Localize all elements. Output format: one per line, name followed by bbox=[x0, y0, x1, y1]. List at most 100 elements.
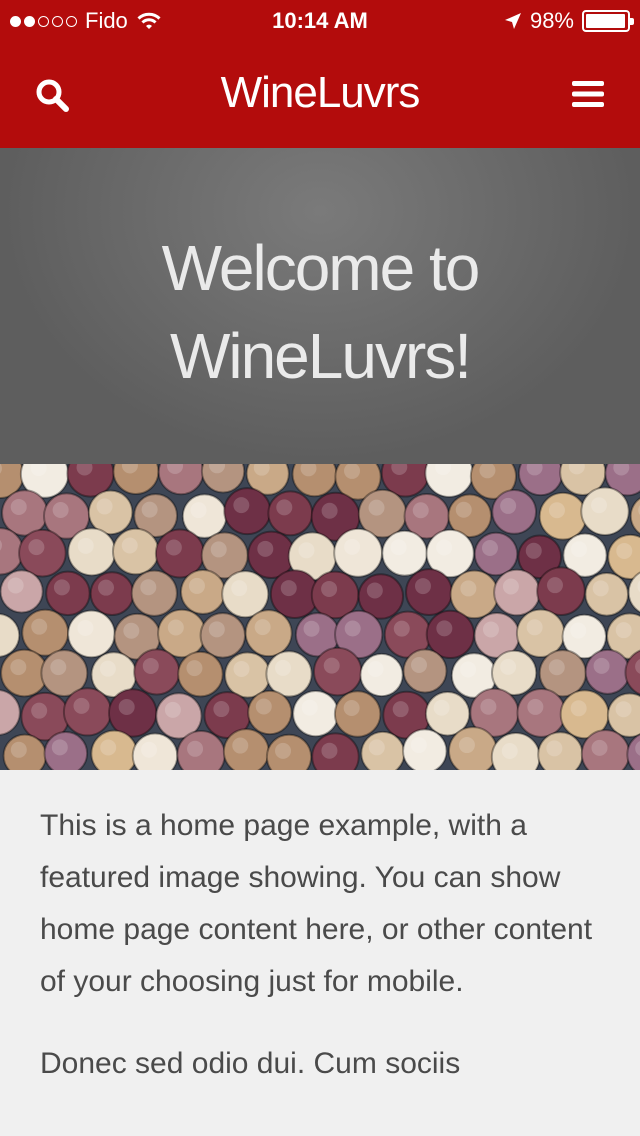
cork-highlight bbox=[188, 577, 205, 594]
cork-highlight bbox=[301, 699, 318, 716]
cork-highlight bbox=[436, 620, 453, 637]
cork bbox=[629, 497, 640, 535]
cork-highlight bbox=[123, 622, 140, 639]
cork-highlight bbox=[190, 502, 207, 519]
cork bbox=[199, 612, 247, 659]
cork-highlight bbox=[323, 657, 340, 674]
cork-highlight bbox=[480, 698, 497, 715]
cork bbox=[405, 568, 453, 617]
featured-image bbox=[0, 464, 640, 770]
cork-highlight bbox=[548, 659, 565, 676]
cork-highlight bbox=[28, 539, 45, 556]
cork-highlight bbox=[10, 498, 27, 515]
cork bbox=[67, 609, 116, 659]
cork bbox=[292, 689, 340, 738]
cork-highlight bbox=[412, 502, 429, 519]
cork-highlight bbox=[481, 539, 498, 556]
cork-highlight bbox=[368, 739, 385, 756]
cork bbox=[536, 566, 586, 616]
site-title[interactable]: WineLuvrs bbox=[0, 68, 640, 118]
cork-highlight bbox=[460, 580, 477, 597]
cork bbox=[62, 687, 113, 737]
cork-highlight bbox=[482, 621, 499, 638]
cork bbox=[179, 568, 226, 615]
cork-highlight bbox=[121, 537, 138, 554]
cork-highlight bbox=[343, 699, 360, 716]
cork-highlight bbox=[615, 701, 632, 718]
cork-highlight bbox=[591, 739, 608, 756]
cork-highlight bbox=[458, 737, 475, 754]
cork-highlight bbox=[433, 699, 450, 716]
cork-highlight bbox=[98, 579, 115, 596]
cork-highlight bbox=[321, 742, 338, 759]
top-bar: Fido 10:14 AM 98% WineLuvrs bbox=[0, 0, 640, 148]
cork bbox=[333, 690, 382, 738]
cork bbox=[584, 572, 630, 617]
cork-highlight bbox=[367, 661, 384, 678]
cork-highlight bbox=[525, 542, 542, 559]
cork-highlight bbox=[593, 657, 610, 674]
cork-highlight bbox=[164, 701, 181, 718]
cork-highlight bbox=[233, 497, 250, 514]
cork bbox=[89, 571, 135, 617]
cork bbox=[0, 689, 21, 736]
cork-highlight bbox=[31, 618, 48, 635]
app-header: WineLuvrs bbox=[0, 40, 640, 148]
cork-highlight bbox=[460, 661, 477, 678]
cork-highlight bbox=[233, 660, 250, 677]
cork-highlight bbox=[502, 578, 519, 595]
cork-highlight bbox=[275, 742, 292, 759]
cork-highlight bbox=[10, 659, 27, 676]
cork-highlight bbox=[414, 578, 431, 595]
cork-highlight bbox=[280, 580, 297, 597]
cork bbox=[0, 569, 44, 614]
cork-highlight bbox=[255, 698, 272, 715]
cork-highlight bbox=[50, 659, 67, 676]
hero-heading-line1: Welcome to bbox=[161, 232, 481, 304]
cork-highlight bbox=[165, 539, 182, 556]
hamburger-menu-icon[interactable] bbox=[572, 80, 604, 108]
cork-highlight bbox=[187, 740, 204, 757]
cork bbox=[130, 569, 178, 617]
cork-highlight bbox=[186, 660, 203, 677]
cork bbox=[312, 646, 363, 697]
location-arrow-icon bbox=[504, 13, 521, 29]
cork bbox=[18, 528, 67, 578]
cork-highlight bbox=[344, 538, 361, 555]
cork-highlight bbox=[232, 737, 249, 754]
cork-highlight bbox=[570, 622, 587, 639]
status-bar: Fido 10:14 AM 98% bbox=[0, 0, 640, 40]
cork-highlight bbox=[140, 579, 157, 596]
cork-highlight bbox=[615, 622, 632, 639]
cork bbox=[402, 648, 448, 694]
cork bbox=[381, 529, 429, 577]
cork bbox=[491, 489, 538, 535]
cork-highlight bbox=[455, 501, 472, 518]
cork-highlight bbox=[118, 698, 135, 715]
cork-highlight bbox=[77, 619, 94, 636]
cork-highlight bbox=[501, 742, 518, 759]
cork bbox=[473, 531, 519, 577]
cork bbox=[516, 688, 567, 738]
cork-highlight bbox=[411, 657, 428, 674]
content-paragraph: Donec sed odio dui. Cum sociis bbox=[40, 1047, 461, 1080]
cork-highlight bbox=[141, 741, 158, 758]
cork-highlight bbox=[167, 619, 184, 636]
cork bbox=[493, 568, 541, 617]
content-paragraph: This is a home page example, with a feat… bbox=[40, 809, 593, 998]
cork-highlight bbox=[231, 580, 248, 597]
cork bbox=[107, 688, 158, 738]
cork-highlight bbox=[548, 502, 565, 519]
cork bbox=[67, 527, 117, 577]
cork-highlight bbox=[210, 541, 227, 558]
cork-highlight bbox=[257, 540, 274, 557]
cork-highlight bbox=[591, 497, 608, 514]
cork-highlight bbox=[141, 501, 158, 518]
cork bbox=[223, 487, 272, 536]
cork-highlight bbox=[592, 580, 609, 597]
hero-heading: Welcome to WineLuvrs! bbox=[0, 224, 640, 400]
cork-highlight bbox=[99, 660, 116, 677]
cork-highlight bbox=[410, 737, 427, 754]
cork bbox=[265, 650, 313, 698]
cork-highlight bbox=[254, 619, 271, 636]
